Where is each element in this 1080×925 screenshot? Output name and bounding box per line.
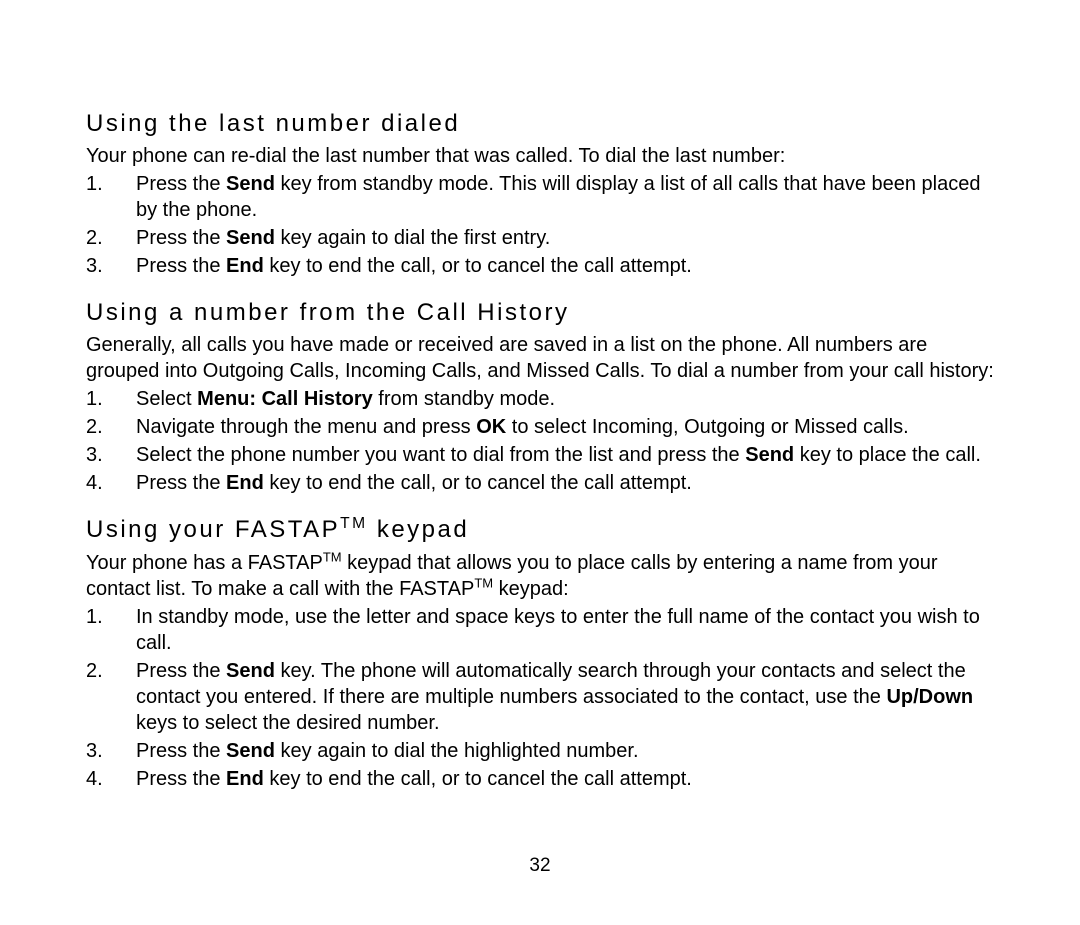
list-item: Press the End key to end the call, or to… xyxy=(86,470,994,496)
step-text: Press the xyxy=(136,768,226,790)
step-text: key again to dial the highlighted number… xyxy=(275,740,639,762)
page-number: 32 xyxy=(0,854,1080,879)
heading-text: keypad xyxy=(368,516,470,543)
intro-last-number: Your phone can re-dial the last number t… xyxy=(86,143,994,169)
key-end: End xyxy=(226,255,264,277)
step-text: Press the xyxy=(136,173,226,195)
key-end: End xyxy=(226,768,264,790)
key-send: Send xyxy=(226,227,275,249)
step-text: key to end the call, or to cancel the ca… xyxy=(264,472,692,494)
heading-fastap: Using your FASTAPTM keypad xyxy=(86,514,994,545)
key-end: End xyxy=(226,472,264,494)
list-item: Select Menu: Call History from standby m… xyxy=(86,386,994,412)
trademark-sup: TM xyxy=(323,549,342,564)
intro-text: keypad: xyxy=(493,578,569,600)
heading-last-number: Using the last number dialed xyxy=(86,108,994,139)
step-text: Press the xyxy=(136,255,226,277)
key-send: Send xyxy=(745,444,794,466)
list-item: In standby mode, use the letter and spac… xyxy=(86,604,994,656)
list-item: Press the End key to end the call, or to… xyxy=(86,253,994,279)
step-text: Press the xyxy=(136,740,226,762)
list-item: Navigate through the menu and press OK t… xyxy=(86,414,994,440)
list-item: Press the Send key again to dial the fir… xyxy=(86,225,994,251)
heading-call-history: Using a number from the Call History xyxy=(86,297,994,328)
step-text: Select xyxy=(136,388,197,410)
intro-call-history: Generally, all calls you have made or re… xyxy=(86,332,994,384)
steps-call-history: Select Menu: Call History from standby m… xyxy=(86,386,994,496)
list-item: Press the Send key again to dial the hig… xyxy=(86,738,994,764)
intro-text: Your phone has a FASTAP xyxy=(86,552,323,574)
heading-text: Using your FASTAP xyxy=(86,516,340,543)
key-ok: OK xyxy=(476,416,506,438)
key-send: Send xyxy=(226,660,275,682)
key-updown: Up/Down xyxy=(886,686,973,708)
step-text: key to end the call, or to cancel the ca… xyxy=(264,255,692,277)
step-text: In standby mode, use the letter and spac… xyxy=(136,606,980,654)
list-item: Press the End key to end the call, or to… xyxy=(86,766,994,792)
list-item: Press the Send key from standby mode. Th… xyxy=(86,171,994,223)
step-text: Press the xyxy=(136,660,226,682)
key-send: Send xyxy=(226,740,275,762)
step-text: Select the phone number you want to dial… xyxy=(136,444,745,466)
step-text: key to place the call. xyxy=(794,444,981,466)
list-item: Press the Send key. The phone will autom… xyxy=(86,658,994,736)
trademark-sup: TM xyxy=(474,575,493,590)
trademark-sup: TM xyxy=(340,515,368,532)
step-text: key again to dial the first entry. xyxy=(275,227,550,249)
intro-fastap: Your phone has a FASTAPTM keypad that al… xyxy=(86,550,994,602)
step-text: Navigate through the menu and press xyxy=(136,416,476,438)
step-text: from standby mode. xyxy=(373,388,555,410)
key-send: Send xyxy=(226,173,275,195)
step-text: key to end the call, or to cancel the ca… xyxy=(264,768,692,790)
step-text: to select Incoming, Outgoing or Missed c… xyxy=(506,416,908,438)
steps-last-number: Press the Send key from standby mode. Th… xyxy=(86,171,994,279)
step-text: Press the xyxy=(136,472,226,494)
menu-path: Menu: Call History xyxy=(197,388,373,410)
step-text: keys to select the desired number. xyxy=(136,712,440,734)
step-text: Press the xyxy=(136,227,226,249)
steps-fastap: In standby mode, use the letter and spac… xyxy=(86,604,994,792)
list-item: Select the phone number you want to dial… xyxy=(86,442,994,468)
